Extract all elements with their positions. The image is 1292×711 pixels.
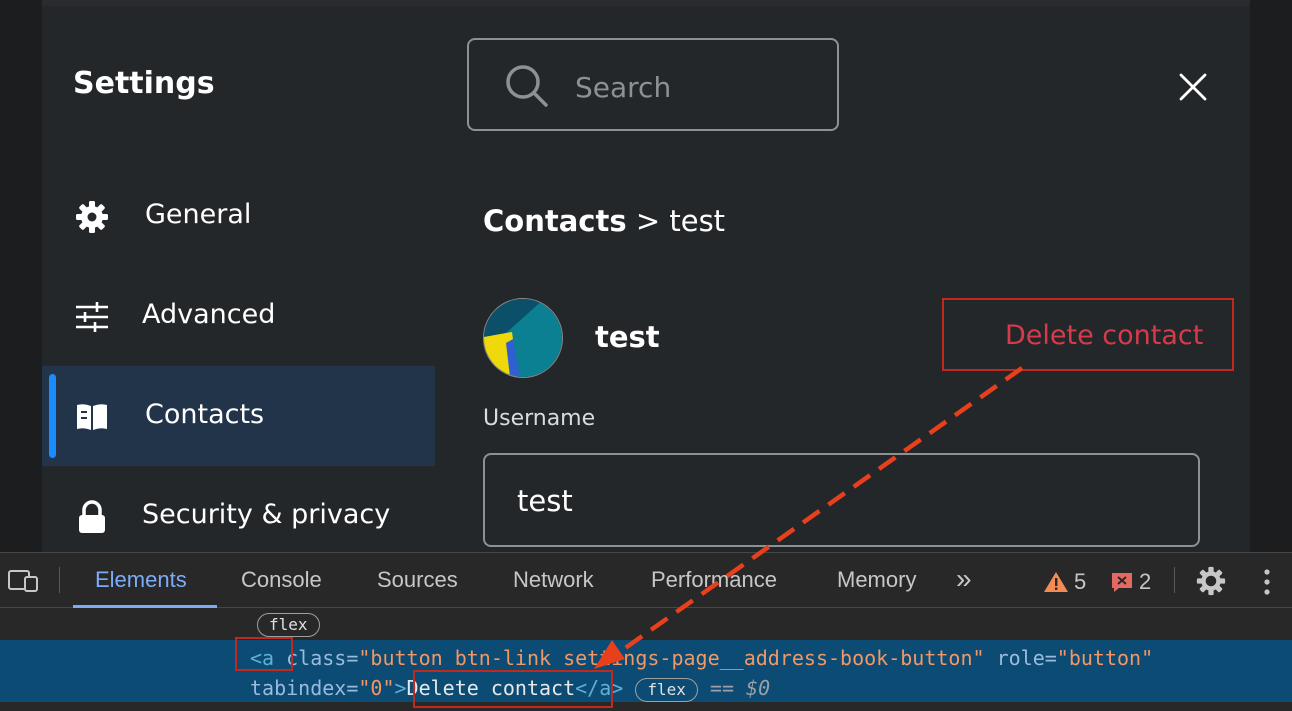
contact-avatar [483,298,563,378]
elements-tree: flex <a class="button btn-link settings-… [0,608,1292,711]
annotation-highlight-box [942,298,1234,371]
gear-icon [76,201,108,233]
breadcrumb-contacts[interactable]: Contacts [483,204,627,238]
code-line-1: <a class="button btn-link settings-page_… [250,646,1153,670]
code-tabindex-value: "0" [358,676,395,700]
username-input[interactable] [515,481,1159,521]
code-role-value: "button" [1056,646,1154,670]
tab-memory[interactable]: Memory [837,567,916,593]
code-attr-role: role= [984,646,1057,670]
error-count[interactable]: 2 [1139,569,1151,595]
settings-title: Settings [73,66,215,101]
search-field[interactable] [467,38,839,131]
tab-sources[interactable]: Sources [377,567,458,593]
kebab-menu-icon[interactable] [1260,568,1274,596]
gear-icon[interactable] [1196,566,1226,596]
sidebar-item-label: Security & privacy [142,499,391,530]
error-icon[interactable] [1110,571,1134,593]
username-field[interactable] [483,453,1200,547]
more-tabs-icon[interactable]: » [956,563,972,595]
sliders-icon [76,302,108,332]
book-icon [77,404,107,430]
breadcrumb: Contacts > test [483,204,725,238]
device-toggle-icon[interactable] [8,569,40,593]
sidebar-item-security[interactable]: Security & privacy [42,466,435,552]
code-attr-tabindex: tabindex= [250,676,359,700]
breadcrumb-separator: > [635,204,661,238]
annotation-highlight-box [413,670,613,708]
code-dollar0: $0 [746,676,771,700]
sidebar-item-label: General [145,199,252,230]
tab-elements[interactable]: Elements [95,567,187,593]
toolbar-divider [1174,567,1175,593]
settings-modal: Settings General [42,6,1250,552]
breadcrumb-current: test [669,204,726,238]
toolbar-divider [59,567,60,593]
close-icon[interactable] [1178,72,1208,102]
sidebar-item-label: Advanced [142,299,276,330]
lock-icon [79,500,105,533]
sidebar-item-advanced[interactable]: Advanced [42,266,435,366]
warning-count[interactable]: 5 [1074,569,1086,595]
flex-badge[interactable]: flex [635,678,698,702]
tab-network[interactable]: Network [513,567,594,593]
devtools-toolbar: Elements Console Sources Network Perform… [0,553,1292,608]
tab-performance[interactable]: Performance [651,567,777,593]
search-icon [506,65,548,107]
code-gt: > [394,676,407,700]
contact-name: test [595,320,660,354]
username-label: Username [483,406,596,431]
sidebar-item-contacts[interactable]: Contacts [42,366,435,466]
code-class-value: "button btn-link settings-page__address-… [358,646,985,670]
sidebar-item-label: Contacts [145,399,265,430]
code-eq: == [697,676,747,700]
tab-console[interactable]: Console [241,567,322,593]
flex-badge[interactable]: flex [257,613,320,637]
annotation-highlight-box [235,637,293,671]
sidebar-item-general[interactable]: General [42,166,435,266]
devtools-panel: Elements Console Sources Network Perform… [0,552,1292,711]
warning-icon[interactable] [1043,571,1069,593]
search-input[interactable] [573,66,817,108]
